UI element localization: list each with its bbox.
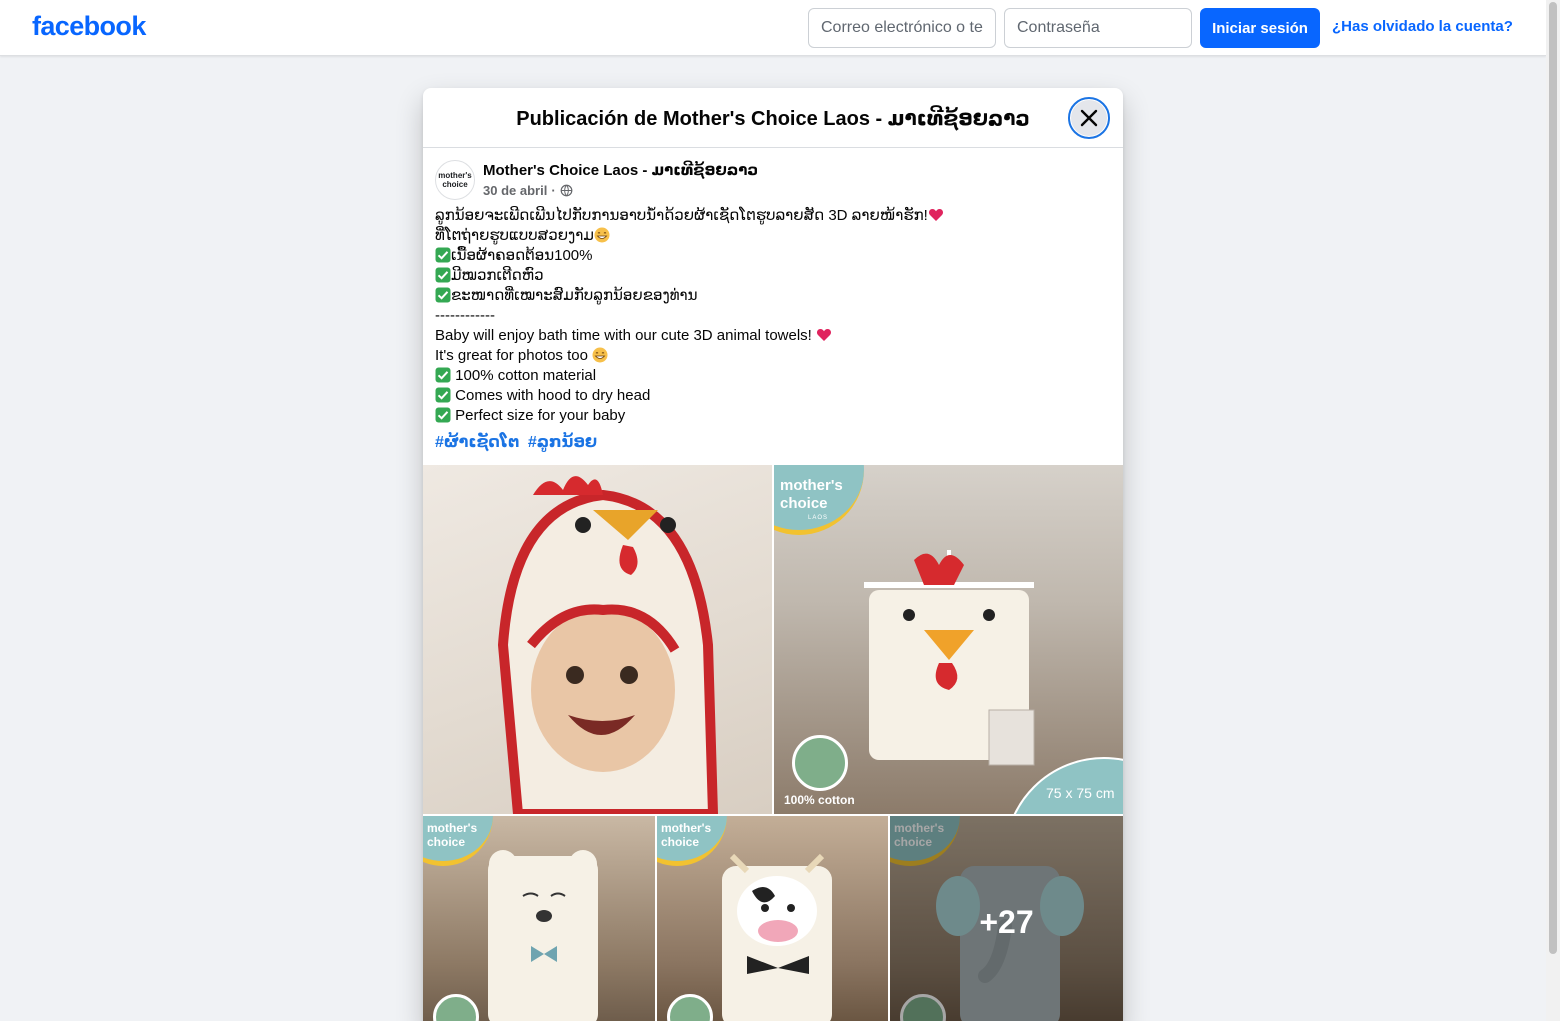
post-line-text: Comes with hood to dry head [455, 387, 651, 404]
post-line: Comes with hood to dry head [435, 386, 1111, 406]
photo-cow-towel[interactable]: mother's choice [657, 816, 888, 1021]
close-button[interactable] [1068, 97, 1110, 139]
close-icon [1080, 109, 1098, 127]
cotton-icon [792, 735, 848, 791]
heart-icon [816, 329, 832, 341]
grin-emoji-icon [594, 227, 610, 243]
post-line: It's great for photos too [435, 346, 1111, 366]
post-line: ------------ [435, 307, 495, 324]
post-date[interactable]: 30 de abril [483, 183, 547, 198]
globe-icon [560, 184, 573, 197]
page-scrollbar[interactable] [1546, 0, 1560, 1021]
top-bar: facebook Iniciar sesión ¿Has olvidado la… [0, 0, 1546, 56]
post-line-text: 100% cotton material [455, 367, 597, 384]
post-line-text: ເນື້ອຜ້າຄອດຕ້ອນ100% [451, 247, 593, 264]
check-icon [435, 407, 451, 423]
cotton-label: 100% cotton [784, 793, 855, 807]
author-name[interactable]: Mother's Choice Laos - ມາເທີຊ້ອຍລາວ [483, 161, 758, 179]
email-field[interactable] [808, 8, 996, 48]
photo-bear-towel[interactable]: mother's choice [423, 816, 655, 1021]
post-body: ລູກນ້ອຍຈະເພີດເພີນໄປກັບການອາບນ້ຳດ້ວຍຜ້າເຊ… [435, 206, 1111, 426]
cow-towel-illustration [722, 853, 832, 1021]
dialog-header: Publicación de Mother's Choice Laos - ມາ… [423, 88, 1123, 148]
avatar[interactable]: mother's choice [435, 160, 475, 200]
post-dialog: Publicación de Mother's Choice Laos - ມາ… [423, 88, 1123, 1021]
post-line: Baby will enjoy bath time with our cute … [435, 326, 1111, 346]
post-line: 100% cotton material [435, 366, 1111, 386]
post-line-text: Baby will enjoy bath time with our cute … [435, 327, 812, 344]
more-photos-overlay[interactable]: +27 [890, 816, 1123, 1021]
photo-chicken-towel-hanger[interactable]: mother's choice LAOS 100% cotton 75 x 75… [774, 465, 1123, 814]
post-line-text: It's great for photos too [435, 347, 588, 364]
meta-separator: · [551, 183, 556, 198]
post-line-text: ທີ່ໂຕຖ່າຍຮູບແບບສວຍງາມ [435, 227, 594, 244]
hashtag-link[interactable]: #ລູກນ້ອຍ [528, 434, 597, 451]
post-line: ຂະໜາດທີ່ເໝາະສົມກັບລູກນ້ອຍຂອງທ່ານ [435, 286, 1111, 306]
post-line-text: Perfect size for your baby [455, 407, 626, 424]
forgot-account-link[interactable]: ¿Has olvidado la cuenta? [1332, 18, 1513, 35]
more-photos-count: +27 [979, 903, 1034, 940]
check-icon [435, 367, 451, 383]
check-icon [435, 247, 451, 263]
post-line: ເນື້ອຜ້າຄອດຕ້ອນ100% [435, 246, 1111, 266]
check-icon [435, 267, 451, 283]
post-line-text: ລູກນ້ອຍຈະເພີດເພີນໄປກັບການອາບນ້ຳດ້ວຍຜ້າເຊ… [435, 207, 928, 224]
hashtag-link[interactable]: #ຜ້າເຊັດໂຕ [435, 434, 519, 451]
facebook-logo[interactable]: facebook [32, 11, 146, 42]
check-icon [435, 287, 451, 303]
photo-baby-chicken-towel[interactable] [423, 465, 772, 814]
bear-towel-illustration [488, 850, 598, 1021]
post-line: ທີ່ໂຕຖ່າຍຮູບແບບສວຍງາມ [435, 226, 1111, 246]
post-line: ລູກນ້ອຍຈະເພີດເພີນໄປກັບການອາບນ້ຳດ້ວຍຜ້າເຊ… [435, 206, 1111, 226]
size-label: 75 x 75 cm [1046, 785, 1115, 801]
password-field[interactable] [1004, 8, 1192, 48]
post-line-text: ຂະໜາດທີ່ເໝາະສົມກັບລູກນ້ອຍຂອງທ່ານ [451, 287, 698, 304]
post-line: Perfect size for your baby [435, 406, 1111, 426]
post-line: ມີໝວກເຕີດຫົວ [435, 266, 1111, 286]
heart-icon [928, 209, 943, 221]
dialog-title: Publicación de Mother's Choice Laos - ມາ… [516, 108, 1030, 130]
post-meta: 30 de abril · [483, 183, 573, 198]
post-line-text: ມີໝວກເຕີດຫົວ [451, 267, 544, 284]
grin-emoji-icon [592, 347, 608, 363]
photo-elephant-towel[interactable]: mother's choice +27 [890, 816, 1123, 1021]
scrollbar-thumb[interactable] [1549, 2, 1557, 954]
hashtag-list: #ຜ້າເຊັດໂຕ #ລູກນ້ອຍ [435, 432, 601, 452]
login-button[interactable]: Iniciar sesión [1200, 8, 1320, 48]
baby-chicken-towel-illustration [497, 476, 719, 814]
check-icon [435, 387, 451, 403]
